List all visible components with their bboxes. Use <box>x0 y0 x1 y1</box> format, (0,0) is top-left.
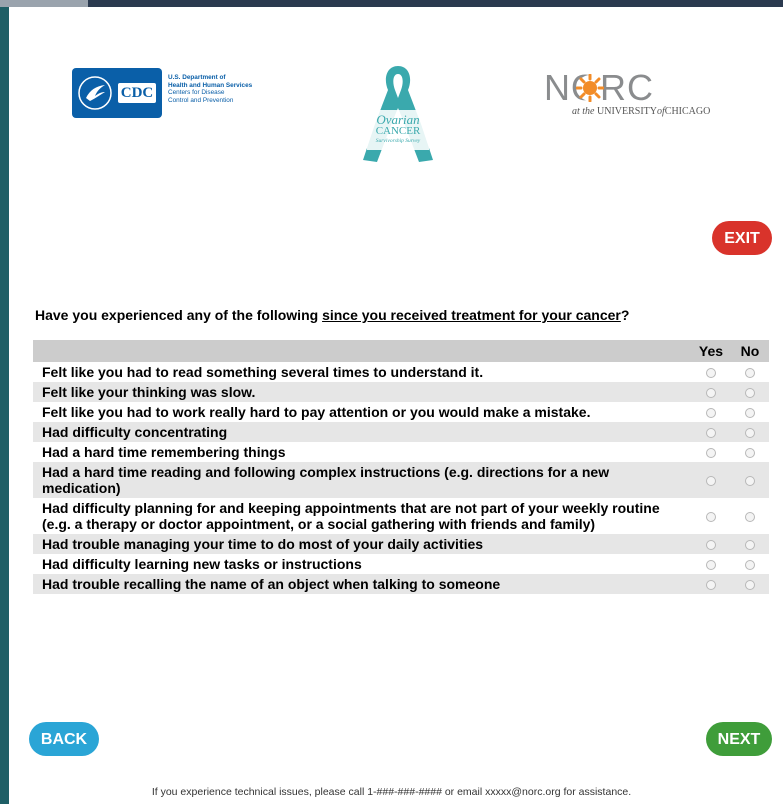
grid-row-label: Had difficulty planning for and keeping … <box>42 500 660 532</box>
radio-cell-no <box>731 462 769 498</box>
radio-no[interactable] <box>745 408 755 419</box>
cdc-line-2: Health and Human Services <box>168 81 253 89</box>
cdc-badge-text: CDC <box>118 83 156 103</box>
grid-header-blank <box>33 340 691 362</box>
radio-yes[interactable] <box>706 560 716 571</box>
radio-no[interactable] <box>745 388 755 399</box>
grid-row: Felt like you had to read something seve… <box>33 362 769 382</box>
norc-sub-of: of <box>657 106 665 117</box>
grid-row-label: Had a hard time remembering things <box>42 444 286 460</box>
column-header-yes: Yes <box>691 340 731 362</box>
cdc-logo: CDC U.S. Department of Health and Human … <box>72 68 272 120</box>
grid-row: Had a hard time reading and following co… <box>33 462 769 498</box>
grid-row: Had trouble recalling the name of an obj… <box>33 574 769 594</box>
radio-cell-yes <box>691 534 731 554</box>
hhs-eagle-icon <box>78 76 112 110</box>
footer-text-before: If you experience technical issues, plea… <box>151 786 486 798</box>
radio-no[interactable] <box>745 512 755 523</box>
radio-yes[interactable] <box>706 580 716 591</box>
norc-sun-icon <box>576 74 604 102</box>
radio-cell-no <box>731 498 769 534</box>
radio-no[interactable] <box>745 540 755 551</box>
radio-cell-no <box>731 574 769 594</box>
grid-row-label: Had trouble managing your time to do mos… <box>33 534 691 554</box>
exit-button[interactable]: EXIT <box>712 221 772 255</box>
grid-row-label: Felt like you had to read something seve… <box>42 364 484 380</box>
radio-cell-no <box>731 382 769 402</box>
question-text: Have you experienced any of the followin… <box>35 307 629 323</box>
grid-row-label: Had difficulty learning new tasks or ins… <box>42 556 362 572</box>
radio-no[interactable] <box>745 560 755 571</box>
grid-row-label: Felt like you had to work really hard to… <box>42 404 591 420</box>
radio-no[interactable] <box>745 428 755 439</box>
radio-no[interactable] <box>745 448 755 459</box>
radio-cell-yes <box>691 574 731 594</box>
grid-body: Felt like you had to read something seve… <box>33 362 769 594</box>
radio-no[interactable] <box>745 368 755 379</box>
radio-cell-no <box>731 402 769 422</box>
radio-cell-yes <box>691 554 731 574</box>
ribbon-text-survey: Survivorship Survey <box>375 138 421 144</box>
grid-row: Felt like your thinking was slow. <box>33 382 769 402</box>
question-text-after: ? <box>620 307 630 323</box>
next-button[interactable]: NEXT <box>706 722 772 756</box>
radio-yes[interactable] <box>706 476 716 487</box>
norc-sub-main: UNIVERSITY <box>597 106 657 117</box>
radio-yes[interactable] <box>706 388 716 399</box>
radio-yes[interactable] <box>706 368 716 379</box>
question-text-before: Have you experienced any of the followin… <box>35 307 323 323</box>
norc-sub-city: CHICAGO <box>664 106 711 117</box>
radio-cell-yes <box>691 362 731 382</box>
norc-logo: NORC at the UNIVERSITYofCHICAGO <box>540 70 730 120</box>
cdc-agency-text: U.S. Department of Health and Human Serv… <box>168 74 278 104</box>
radio-yes[interactable] <box>706 408 716 419</box>
radio-yes[interactable] <box>706 512 716 523</box>
radio-cell-yes <box>691 442 731 462</box>
radio-no[interactable] <box>745 580 755 591</box>
radio-cell-no <box>731 554 769 574</box>
grid-row: Felt like you had to work really hard to… <box>33 402 769 422</box>
radio-yes[interactable] <box>706 428 716 439</box>
grid-row: Had difficulty planning for and keeping … <box>33 498 769 534</box>
radio-cell-yes <box>691 498 731 534</box>
radio-no[interactable] <box>745 476 755 487</box>
radio-cell-yes <box>691 402 731 422</box>
radio-cell-yes <box>691 422 731 442</box>
grid-row: Had trouble managing your time to do mos… <box>33 534 769 554</box>
support-email-link[interactable]: xxxxx@norc.org <box>485 786 560 798</box>
browser-tab <box>0 0 88 7</box>
ovarian-cancer-ribbon-logo: Ovarian CANCER Survivorship Survey <box>357 64 439 170</box>
norc-sub-prefix: at the <box>572 106 595 117</box>
grid-row-label: Felt like your thinking was slow. <box>33 382 691 402</box>
back-button[interactable]: BACK <box>29 722 99 756</box>
radio-cell-no <box>731 422 769 442</box>
question-text-underlined: since you received treatment for your ca… <box>322 307 621 323</box>
grid-row: Had difficulty concentrating <box>33 422 769 442</box>
radio-cell-no <box>731 534 769 554</box>
column-header-no: No <box>731 340 769 362</box>
grid-row-label: Had a hard time reading and following co… <box>33 462 691 498</box>
cdc-line-4: Control and Prevention <box>168 96 234 104</box>
radio-cell-yes <box>691 462 731 498</box>
radio-cell-no <box>731 362 769 382</box>
grid-row: Had difficulty learning new tasks or ins… <box>33 554 769 574</box>
norc-subtitle: at the UNIVERSITYofCHICAGO <box>572 106 710 117</box>
ribbon-text-cancer: CANCER <box>375 125 421 137</box>
grid-header-row: Yes No <box>33 340 769 362</box>
radio-yes[interactable] <box>706 448 716 459</box>
symptom-grid: Yes No Felt like you had to read somethi… <box>33 340 769 594</box>
browser-top-bar <box>0 0 783 7</box>
cdc-logo-box: CDC <box>72 68 162 118</box>
grid-row-label: Had trouble recalling the name of an obj… <box>33 574 691 594</box>
radio-cell-yes <box>691 382 731 402</box>
cdc-line-3: Centers for Disease <box>168 89 225 97</box>
grid-row-label: Had difficulty concentrating <box>33 422 691 442</box>
cdc-line-1: U.S. Department of <box>168 74 226 81</box>
radio-yes[interactable] <box>706 540 716 551</box>
radio-cell-no <box>731 442 769 462</box>
left-edge-bar <box>0 7 9 804</box>
support-footer: If you experience technical issues, plea… <box>0 786 783 798</box>
footer-text-after: for assistance. <box>560 786 632 798</box>
grid-row: Had a hard time remembering things <box>33 442 769 462</box>
